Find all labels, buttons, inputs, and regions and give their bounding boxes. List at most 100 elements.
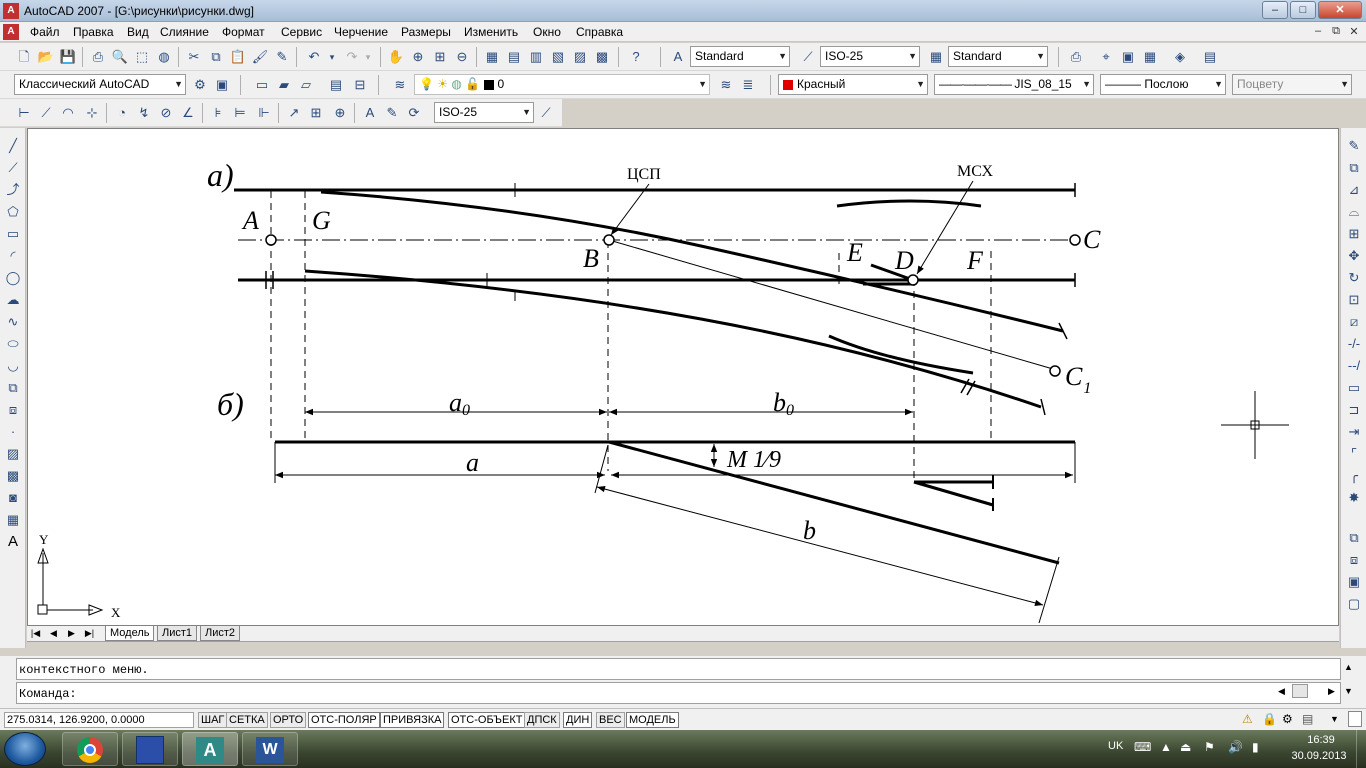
menu-view[interactable]: Вид	[127, 25, 149, 39]
otrack-toggle[interactable]: ОТС-ОБЪЕКТ	[448, 712, 526, 728]
menu-modify[interactable]: Изменить	[464, 25, 518, 39]
block-editor-icon[interactable]: ✎	[272, 47, 292, 67]
zoom-realtime-icon[interactable]: ⊕	[408, 47, 428, 67]
offset-icon[interactable]: ⌓	[1344, 202, 1364, 222]
draw-order-back-icon[interactable]: ⧈	[1344, 550, 1364, 570]
diverging-inner-rail[interactable]	[304, 269, 1042, 409]
zoom-window-icon[interactable]: ⊞	[430, 47, 450, 67]
autocad-taskbar-button[interactable]: A	[182, 732, 238, 766]
plotstyle-select[interactable]: Поцвету ▼	[1232, 74, 1352, 95]
zoom-previous-icon[interactable]: ⊖	[452, 47, 472, 67]
point-icon[interactable]: ·	[3, 422, 23, 442]
text-style-icon[interactable]: A	[668, 47, 688, 67]
fillet-icon[interactable]: ╭	[1344, 466, 1364, 486]
radius-dim-icon[interactable]: ◔	[112, 103, 132, 123]
point-c1-marker[interactable]	[1049, 365, 1061, 377]
frog-symbol-diagonal[interactable]	[913, 480, 994, 507]
keyboard-icon[interactable]: ⌨	[1134, 740, 1151, 754]
tab-sheet1[interactable]: Лист1	[157, 626, 198, 641]
drawing-area[interactable]: а) б) ЦСП МСХ A G B E D F C C1 a0 b0 a b…	[27, 128, 1339, 626]
markup-icon[interactable]: ▨	[570, 47, 590, 67]
clock-time[interactable]: 16:39	[1296, 734, 1346, 746]
open-icon[interactable]: 📂	[36, 47, 56, 67]
polar-toggle[interactable]: ОТС-ПОЛЯР	[308, 712, 380, 728]
surfaces-icon[interactable]: ▭	[252, 75, 272, 95]
make-current-icon[interactable]: ≋	[716, 75, 736, 95]
plot-manager-icon[interactable]: ⎙	[1066, 47, 1086, 67]
lock-icon[interactable]: 🔒	[1262, 712, 1277, 726]
break-at-point-icon[interactable]: ▭	[1344, 378, 1364, 398]
network-icon[interactable]: ▮	[1252, 740, 1259, 754]
scheme-diverging-track[interactable]	[608, 440, 1060, 565]
chamfer-icon[interactable]: ⌜	[1344, 444, 1364, 464]
communication-icon[interactable]: ⚠	[1242, 712, 1253, 726]
dim-style-select-2[interactable]: ISO-25 ▼	[434, 102, 534, 123]
revision-cloud-icon[interactable]: ☁	[3, 290, 23, 310]
clock-date[interactable]: 30.09.2013	[1286, 750, 1352, 762]
last-tab-icon[interactable]: ▶|	[83, 627, 96, 640]
horizontal-scroll-thumb[interactable]	[1292, 684, 1308, 698]
extrude-icon[interactable]: ▱	[296, 75, 316, 95]
ellipse-arc-icon[interactable]: ◡	[3, 356, 23, 376]
chrome-taskbar-button[interactable]	[62, 732, 118, 766]
drawing-svg[interactable]: а) б) ЦСП МСХ A G B E D F C C1 a0 b0 a b…	[28, 129, 1339, 626]
3d-dwf-icon[interactable]: ◍	[154, 47, 174, 67]
jogged-dim-icon[interactable]: ↯	[134, 103, 154, 123]
region-icon[interactable]: ◙	[3, 488, 23, 508]
stretch-icon[interactable]: ⧄	[1344, 312, 1364, 332]
usb-icon[interactable]: ⏏	[1180, 740, 1191, 754]
center-mark-icon[interactable]: ⊕	[330, 103, 350, 123]
point-b-marker[interactable]	[603, 234, 615, 246]
match-properties-icon[interactable]: 🖌	[250, 47, 270, 67]
table-style-icon[interactable]: ▦	[926, 47, 946, 67]
ducs-toggle[interactable]: ДПСК	[524, 712, 560, 728]
table-style-select[interactable]: Standard ▼	[948, 46, 1048, 67]
tray-settings-icon[interactable]: ⚙	[1282, 712, 1293, 726]
paste-icon[interactable]: 📋	[228, 47, 248, 67]
pan-icon[interactable]: ✋	[386, 47, 406, 67]
copy-icon[interactable]: ⧉	[206, 47, 226, 67]
array-icon[interactable]: ⊞	[1344, 224, 1364, 244]
properties-icon[interactable]: ▦	[482, 47, 502, 67]
menu-dimension[interactable]: Размеры	[401, 25, 451, 39]
maximize-button[interactable]: □	[1290, 1, 1316, 19]
coordinate-readout[interactable]: 275.0314, 126.9200, 0.0000	[4, 712, 194, 728]
solids-icon[interactable]: ▰	[274, 75, 294, 95]
section-icon[interactable]: ⊟	[350, 75, 370, 95]
save-taskbar-button[interactable]	[122, 732, 178, 766]
point-c-marker[interactable]	[1069, 234, 1081, 246]
prev-tab-icon[interactable]: ◀	[47, 627, 60, 640]
help-icon[interactable]: ?	[626, 47, 646, 67]
print-icon[interactable]: ⎙	[88, 47, 108, 67]
word-taskbar-button[interactable]: W	[242, 732, 298, 766]
trim-icon[interactable]: -/-	[1344, 334, 1364, 354]
explode-icon[interactable]: ✸	[1344, 488, 1364, 508]
polygon-icon[interactable]: ⬠	[3, 202, 23, 222]
sheet-set-icon[interactable]: ▧	[548, 47, 568, 67]
publish-icon[interactable]: ⬚	[132, 47, 152, 67]
spline-icon[interactable]: ∿	[3, 312, 23, 332]
scale-icon[interactable]: ⊡	[1344, 290, 1364, 310]
layer-manager-icon[interactable]: ≋	[390, 75, 410, 95]
lineweight-select[interactable]: ——— Послою ▼	[1100, 74, 1226, 95]
show-hidden-icons[interactable]: ▲	[1160, 740, 1172, 754]
scroll-up-icon[interactable]: ▲	[1344, 662, 1353, 672]
point-d-marker[interactable]	[907, 274, 919, 286]
tolerance-icon[interactable]: ⊞	[306, 103, 326, 123]
linear-dim-icon[interactable]: ⊢	[14, 103, 34, 123]
line-icon[interactable]: ╱	[3, 136, 23, 156]
ucs-icon[interactable]: ⌖	[1096, 47, 1116, 67]
start-button[interactable]	[4, 732, 46, 766]
grid-toggle[interactable]: СЕТКА	[226, 712, 268, 728]
diverging-outer-rail[interactable]	[320, 190, 1064, 333]
calculator-icon[interactable]: ▩	[592, 47, 612, 67]
linetype-select[interactable]: ——·——·—— JIS_08_15 ▼	[934, 74, 1094, 95]
dim-b-line[interactable]	[596, 485, 1044, 607]
aligned-dim-icon[interactable]: ⟋	[36, 103, 56, 123]
arc-icon[interactable]: ◜	[3, 246, 23, 266]
command-input[interactable]: Команда:	[16, 682, 1341, 704]
workspace-settings-icon[interactable]: ⚙	[190, 75, 210, 95]
view-icon[interactable]: ▣	[1118, 47, 1138, 67]
hatch-icon[interactable]: ▨	[3, 444, 23, 464]
table-icon[interactable]: ▦	[3, 510, 23, 530]
